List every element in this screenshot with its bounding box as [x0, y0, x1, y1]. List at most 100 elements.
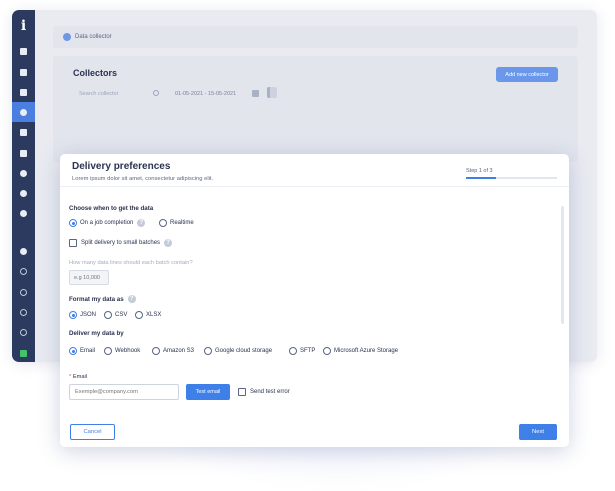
send-test-error-checkbox[interactable]: Send test error	[238, 388, 290, 396]
help-icon[interactable]: ?	[137, 219, 146, 227]
radio-sftp[interactable]: SFTP	[289, 347, 315, 355]
radio-json[interactable]: JSON	[69, 311, 96, 319]
format-section: Format my data as ?	[69, 295, 136, 303]
target-icon	[20, 169, 27, 177]
date-range-value: 01-05-2021 - 15-05-2021	[175, 90, 237, 97]
modal-title: Delivery preferences	[72, 161, 171, 172]
search-input[interactable]: Search collector	[71, 87, 163, 100]
option-label: On a job completion	[80, 220, 134, 226]
radio-icon	[289, 347, 297, 355]
billing-icon	[20, 267, 27, 275]
batch-size-input[interactable]	[69, 270, 109, 285]
step-progress-fill	[466, 177, 496, 179]
modal-header: Delivery preferences Lorem ipsum dolor s…	[60, 154, 569, 187]
dashboard-icon	[20, 47, 27, 55]
data-collector-icon	[20, 108, 27, 116]
radio-icon	[135, 311, 143, 319]
stack-icon	[20, 68, 27, 76]
sidebar-item-diamond[interactable]	[12, 82, 35, 102]
option-label: Microsoft Azure Storage	[334, 348, 399, 354]
radio-xlsx[interactable]: XLSX	[135, 311, 161, 319]
sidebar-item-dashboard[interactable]	[12, 41, 35, 61]
required-mark: *	[69, 374, 72, 380]
radio-amazon-s3[interactable]: Amazon S3	[152, 347, 194, 355]
collectors-panel: Collectors Add new collector Search coll…	[53, 56, 578, 162]
sidebar-item-zoom[interactable]	[12, 183, 35, 203]
sidebar-item-billing[interactable]	[12, 261, 35, 281]
radio-realtime[interactable]: Realtime	[159, 219, 194, 227]
radio-icon	[104, 347, 112, 355]
columns-toggle-icon[interactable]	[267, 87, 277, 98]
radio-job-completion[interactable]: On a job completion ?	[69, 219, 146, 227]
radio-icon	[104, 311, 112, 319]
help-icon[interactable]: ?	[127, 295, 136, 303]
help-icon	[20, 209, 27, 217]
split-batches-checkbox[interactable]: Split delivery to small batches ?	[69, 239, 173, 247]
modal-subtitle: Lorem ipsum dolor sit amet, consectetur …	[72, 176, 214, 182]
date-range-picker[interactable]: 01-05-2021 - 15-05-2021	[166, 87, 261, 100]
option-label: Email	[80, 348, 96, 354]
batch-hint: How many data lines should each batch co…	[69, 260, 193, 266]
step-label: Step 1 of 3	[466, 168, 493, 174]
data-collector-icon	[63, 33, 71, 41]
radio-google-cloud-storage[interactable]: Google cloud storage	[204, 347, 272, 355]
option-label: Split delivery to small batches	[81, 240, 161, 246]
help-icon[interactable]: ?	[164, 239, 173, 247]
sidebar-item-target[interactable]	[12, 163, 35, 183]
clock-icon	[20, 247, 27, 255]
search-placeholder: Search collector	[79, 90, 119, 97]
sidebar-item-stack[interactable]	[12, 62, 35, 82]
next-button[interactable]: Next	[519, 424, 557, 440]
modal-body: Choose when to get the data On a job com…	[60, 188, 569, 413]
sidebar-item-settings[interactable]	[12, 282, 35, 302]
radio-icon	[159, 219, 167, 227]
option-label: Send test error	[250, 389, 290, 395]
option-label: CSV	[115, 312, 128, 318]
radio-icon	[323, 347, 331, 355]
zoom-icon	[20, 189, 27, 197]
sidebar-item-calendar[interactable]	[12, 143, 35, 163]
add-collector-button[interactable]: Add new collector	[496, 67, 558, 82]
sidebar-item-clock[interactable]	[12, 241, 35, 261]
option-label: XLSX	[146, 312, 162, 318]
calendar-icon	[252, 90, 259, 97]
cancel-button[interactable]: Cancel	[70, 424, 115, 440]
sidebar-item-logout[interactable]	[12, 322, 35, 342]
support-icon	[20, 308, 27, 316]
delivery-preferences-modal: Delivery preferences Lorem ipsum dolor s…	[60, 154, 569, 447]
settings-icon	[20, 288, 27, 296]
email-field[interactable]	[69, 384, 179, 400]
status-icon	[20, 349, 27, 357]
radio-webhook[interactable]: Webhook	[104, 347, 140, 355]
test-email-button[interactable]: Test email	[186, 384, 230, 400]
radio-selected-icon	[69, 311, 77, 319]
logo: i	[20, 18, 27, 34]
diamond-icon	[20, 88, 27, 96]
sidebar: i	[12, 10, 35, 362]
breadcrumb: Data collector	[53, 26, 578, 48]
cloud-icon	[20, 128, 27, 136]
sidebar-item-data-collector[interactable]	[12, 102, 35, 122]
sidebar-item-help[interactable]	[12, 203, 35, 223]
scrollbar[interactable]	[561, 206, 564, 324]
sidebar-item-support[interactable]	[12, 302, 35, 322]
radio-email[interactable]: Email	[69, 347, 95, 355]
sidebar-item-status[interactable]	[12, 343, 35, 362]
breadcrumb-label[interactable]: Data collector	[75, 34, 112, 40]
page-title: Collectors	[73, 68, 118, 78]
option-label: Amazon S3	[163, 348, 195, 354]
radio-icon	[152, 347, 160, 355]
radio-selected-icon	[69, 219, 77, 227]
logout-icon	[20, 328, 27, 336]
option-label: Realtime	[170, 220, 194, 226]
option-label: JSON	[80, 312, 97, 318]
checkbox-icon	[69, 239, 77, 247]
radio-csv[interactable]: CSV	[104, 311, 127, 319]
search-icon	[153, 90, 159, 96]
format-heading: Format my data as	[69, 295, 124, 303]
when-heading: Choose when to get the data	[69, 205, 154, 212]
calendar-icon	[20, 149, 27, 157]
email-label-text: Email	[72, 374, 88, 380]
sidebar-item-cloud[interactable]	[12, 122, 35, 142]
radio-azure-storage[interactable]: Microsoft Azure Storage	[323, 347, 398, 355]
